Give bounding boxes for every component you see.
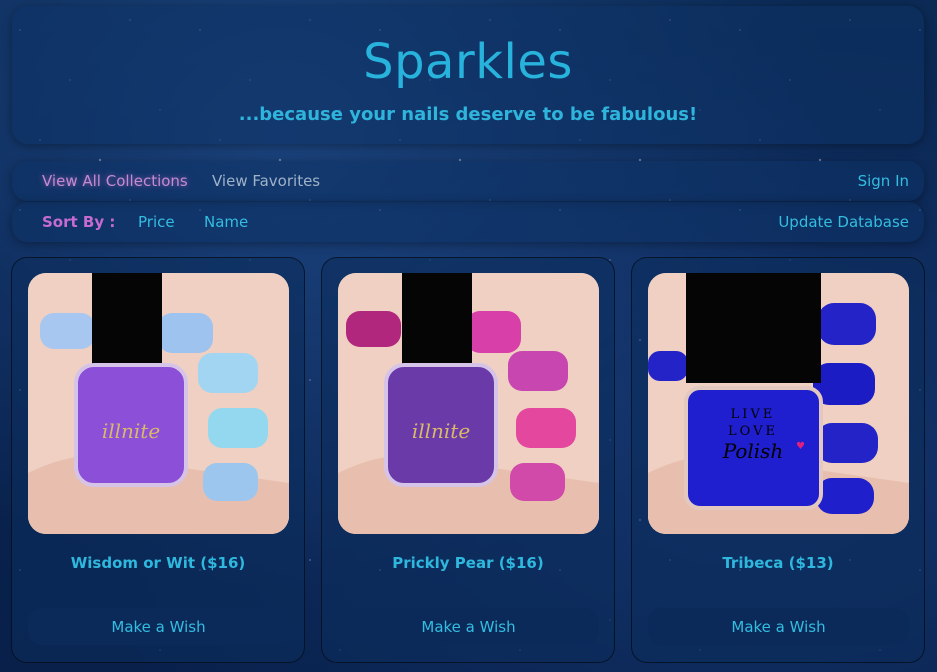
product-card: illnite Wisdom or Wit ($16) Make a Wish bbox=[11, 257, 305, 663]
product-card: illnite Prickly Pear ($16) Make a Wish bbox=[321, 257, 615, 663]
site-header: Sparkles ...because your nails deserve t… bbox=[12, 6, 924, 144]
product-card: LIVE LOVE Polish ♥ Tribeca ($13) Make a … bbox=[631, 257, 925, 663]
svg-text:illnite: illnite bbox=[102, 419, 160, 443]
product-name: Wisdom or Wit ($16) bbox=[70, 554, 246, 572]
main-nav: View All Collections View Favorites Sign… bbox=[12, 161, 924, 201]
site-title: Sparkles bbox=[363, 34, 573, 90]
make-a-wish-button[interactable]: Make a Wish bbox=[338, 608, 599, 645]
nav-view-favorites[interactable]: View Favorites bbox=[212, 172, 320, 190]
update-database-link[interactable]: Update Database bbox=[778, 213, 909, 231]
svg-text:Polish: Polish bbox=[722, 439, 784, 463]
sort-bar: Sort By : Price Name Update Database bbox=[12, 202, 924, 242]
product-image[interactable]: illnite bbox=[28, 273, 289, 534]
svg-text:LOVE: LOVE bbox=[728, 424, 778, 439]
make-a-wish-button[interactable]: Make a Wish bbox=[28, 608, 289, 645]
sort-by-price[interactable]: Price bbox=[138, 213, 175, 231]
sort-by-name[interactable]: Name bbox=[204, 213, 248, 231]
svg-text:LIVE: LIVE bbox=[731, 407, 776, 422]
product-name: Prickly Pear ($16) bbox=[392, 554, 544, 572]
svg-text:illnite: illnite bbox=[412, 419, 470, 443]
site-tagline: ...because your nails deserve to be fabu… bbox=[238, 104, 698, 125]
sign-in-link[interactable]: Sign In bbox=[858, 172, 909, 190]
make-a-wish-button[interactable]: Make a Wish bbox=[648, 608, 909, 645]
nav-view-all-collections[interactable]: View All Collections bbox=[42, 172, 188, 190]
product-image[interactable]: illnite bbox=[338, 273, 599, 534]
product-name: Tribeca ($13) bbox=[722, 554, 834, 572]
svg-text:♥: ♥ bbox=[796, 441, 805, 452]
product-image[interactable]: LIVE LOVE Polish ♥ bbox=[648, 273, 909, 534]
sort-by-label: Sort By : bbox=[42, 213, 116, 231]
